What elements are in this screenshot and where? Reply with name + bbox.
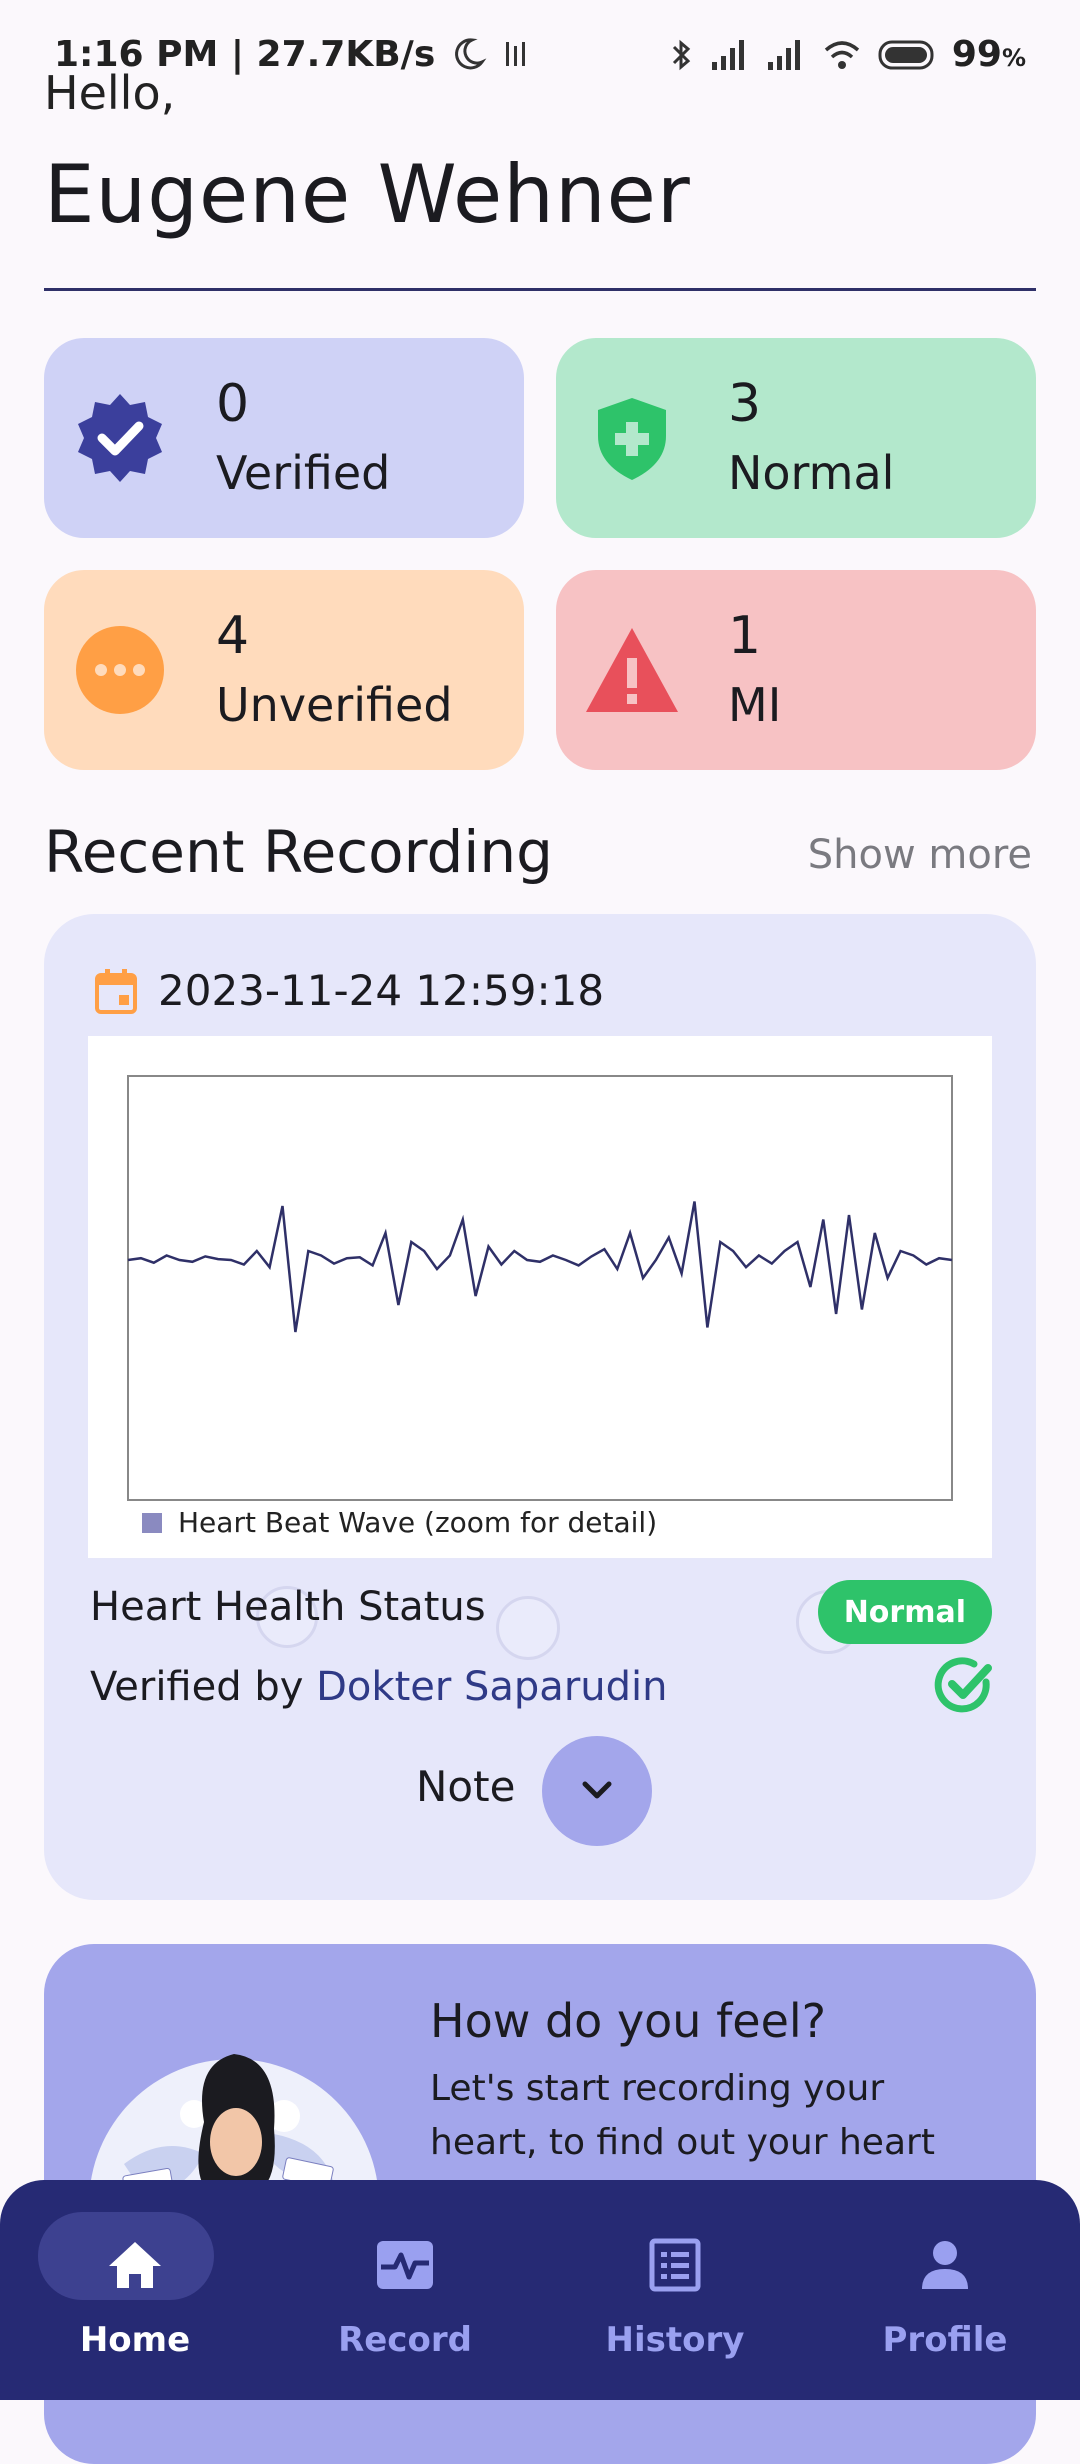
person-icon [895, 2220, 995, 2310]
network-speed: 27.7KB/s [256, 34, 436, 75]
nav-history[interactable]: History [540, 2180, 810, 2400]
chevron-down-icon [582, 1781, 612, 1799]
show-more-link[interactable]: Show more [808, 832, 1032, 878]
home-icon [85, 2220, 185, 2310]
ripple-decoration [496, 1596, 560, 1660]
list-icon [625, 2220, 725, 2310]
stat-label: Normal [728, 446, 895, 500]
heartbeat-wave [127, 1075, 953, 1501]
chart-frame [127, 1075, 953, 1501]
stat-label: MI [728, 678, 782, 732]
check-circle-icon [934, 1656, 994, 1716]
signal-icon-2 [767, 39, 800, 70]
stat-card-mi[interactable]: 1 MI [556, 570, 1036, 770]
status-badge: Normal [817, 1580, 992, 1644]
stat-label: Verified [216, 446, 391, 500]
nav-label: Home [79, 2320, 191, 2360]
greeting-hello: Hello, [44, 66, 176, 120]
divider [44, 288, 1036, 291]
heartbeat-icon [355, 2220, 455, 2310]
heartbeat-wave-line [127, 1201, 953, 1333]
calendar-icon [95, 968, 137, 1014]
stat-count: 1 [728, 606, 762, 666]
nav-profile[interactable]: Profile [810, 2180, 1080, 2400]
bottom-nav: Home Record History Profile [0, 2180, 1080, 2400]
badge-check-icon [70, 388, 170, 488]
wifi-icon [824, 40, 859, 69]
nav-record[interactable]: Record [270, 2180, 540, 2400]
date-row: 2023-11-24 12:59:18 [94, 966, 604, 1015]
legend-label: Heart Beat Wave (zoom for detail) [178, 1506, 658, 1539]
stat-count: 4 [216, 606, 250, 666]
vibrate-icon [506, 42, 526, 66]
verified-doctor-name[interactable]: Dokter Saparudin [316, 1664, 667, 1710]
section-title: Recent Recording [44, 818, 553, 886]
stat-card-unverified[interactable]: 4 Unverified [44, 570, 524, 770]
stat-count: 0 [216, 374, 250, 434]
shield-plus-icon [582, 388, 682, 488]
stat-label: Unverified [216, 678, 453, 732]
heart-health-status-label: Heart Health Status [90, 1584, 486, 1630]
stat-card-verified[interactable]: 0 Verified [44, 338, 524, 538]
verified-prefix: Verified by [90, 1664, 304, 1710]
stat-count: 3 [728, 374, 762, 434]
warning-triangle-icon [582, 620, 682, 720]
note-label: Note [416, 1762, 516, 1811]
battery-icon [878, 40, 934, 69]
verified-by: Verified by Dokter Saparudin [90, 1664, 667, 1710]
feel-text: Let's start recording your heart, to fin… [430, 2068, 935, 2163]
nav-home[interactable]: Home [0, 2180, 270, 2400]
recording-date: 2023-11-24 12:59:18 [158, 966, 605, 1015]
bluetooth-icon [672, 39, 691, 70]
recording-card[interactable]: 2023-11-24 12:59:18 Heart Beat Wave (zoo… [44, 914, 1036, 1900]
legend-swatch [142, 1512, 162, 1533]
signal-icon [711, 39, 744, 70]
moon-icon [454, 38, 487, 70]
nav-label: History [605, 2320, 745, 2360]
status-icons: 99% [668, 34, 1026, 75]
stat-card-normal[interactable]: 3 Normal [556, 338, 1036, 538]
note-expand-button[interactable] [542, 1736, 652, 1846]
user-name: Eugene Wehner [44, 148, 691, 241]
battery-level: 99% [951, 34, 1026, 75]
nav-label: Record [338, 2320, 472, 2360]
dots-circle-icon [70, 620, 170, 720]
heartbeat-chart[interactable]: Heart Beat Wave (zoom for detail) [88, 1036, 992, 1558]
nav-label: Profile [882, 2320, 1008, 2360]
feel-title: How do you feel? [430, 1994, 827, 2048]
chart-legend: Heart Beat Wave (zoom for detail) [142, 1506, 657, 1539]
